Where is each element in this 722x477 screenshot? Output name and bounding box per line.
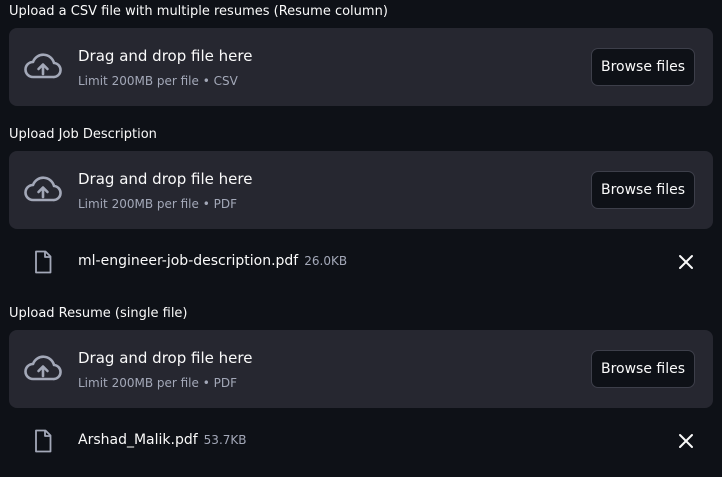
file-size: 53.7KB	[203, 433, 247, 447]
csv-dropzone[interactable]: Drag and drop file here Limit 200MB per …	[9, 28, 713, 106]
uploaded-file-row: Arshad_Malik.pdf 53.7KB	[9, 421, 713, 461]
file-icon	[35, 250, 52, 274]
uploaded-file-name: Arshad_Malik.pdf 53.7KB	[78, 432, 247, 448]
cloud-upload-icon	[24, 355, 62, 381]
file-icon	[35, 429, 52, 453]
dropzone-limit: Limit 200MB per file • CSV	[78, 74, 238, 88]
dropzone-limit: Limit 200MB per file • PDF	[78, 197, 237, 211]
file-size: 26.0KB	[304, 254, 348, 268]
resume-dropzone[interactable]: Drag and drop file here Limit 200MB per …	[9, 330, 713, 408]
file-name-text: ml-engineer-job-description.pdf	[78, 253, 299, 269]
uploaded-file-name: ml-engineer-job-description.pdf 26.0KB	[78, 253, 347, 269]
job-description-dropzone[interactable]: Drag and drop file here Limit 200MB per …	[9, 151, 713, 229]
job-description-browse-files-button[interactable]: Browse files	[591, 171, 695, 209]
dropzone-title: Drag and drop file here	[78, 47, 253, 65]
job-description-uploader-label: Upload Job Description	[9, 127, 157, 142]
dropzone-title: Drag and drop file here	[78, 170, 253, 188]
csv-browse-files-button[interactable]: Browse files	[591, 48, 695, 86]
dropzone-title: Drag and drop file here	[78, 349, 253, 367]
resume-browse-files-button[interactable]: Browse files	[591, 350, 695, 388]
close-icon[interactable]	[677, 253, 695, 271]
cloud-upload-icon	[24, 176, 62, 202]
dropzone-limit: Limit 200MB per file • PDF	[78, 376, 237, 390]
close-icon[interactable]	[677, 432, 695, 450]
file-name-text: Arshad_Malik.pdf	[78, 432, 198, 448]
resume-uploader-label: Upload Resume (single file)	[9, 306, 188, 321]
csv-uploader-label: Upload a CSV file with multiple resumes …	[9, 4, 388, 19]
uploaded-file-row: ml-engineer-job-description.pdf 26.0KB	[9, 242, 713, 282]
cloud-upload-icon	[24, 53, 62, 79]
